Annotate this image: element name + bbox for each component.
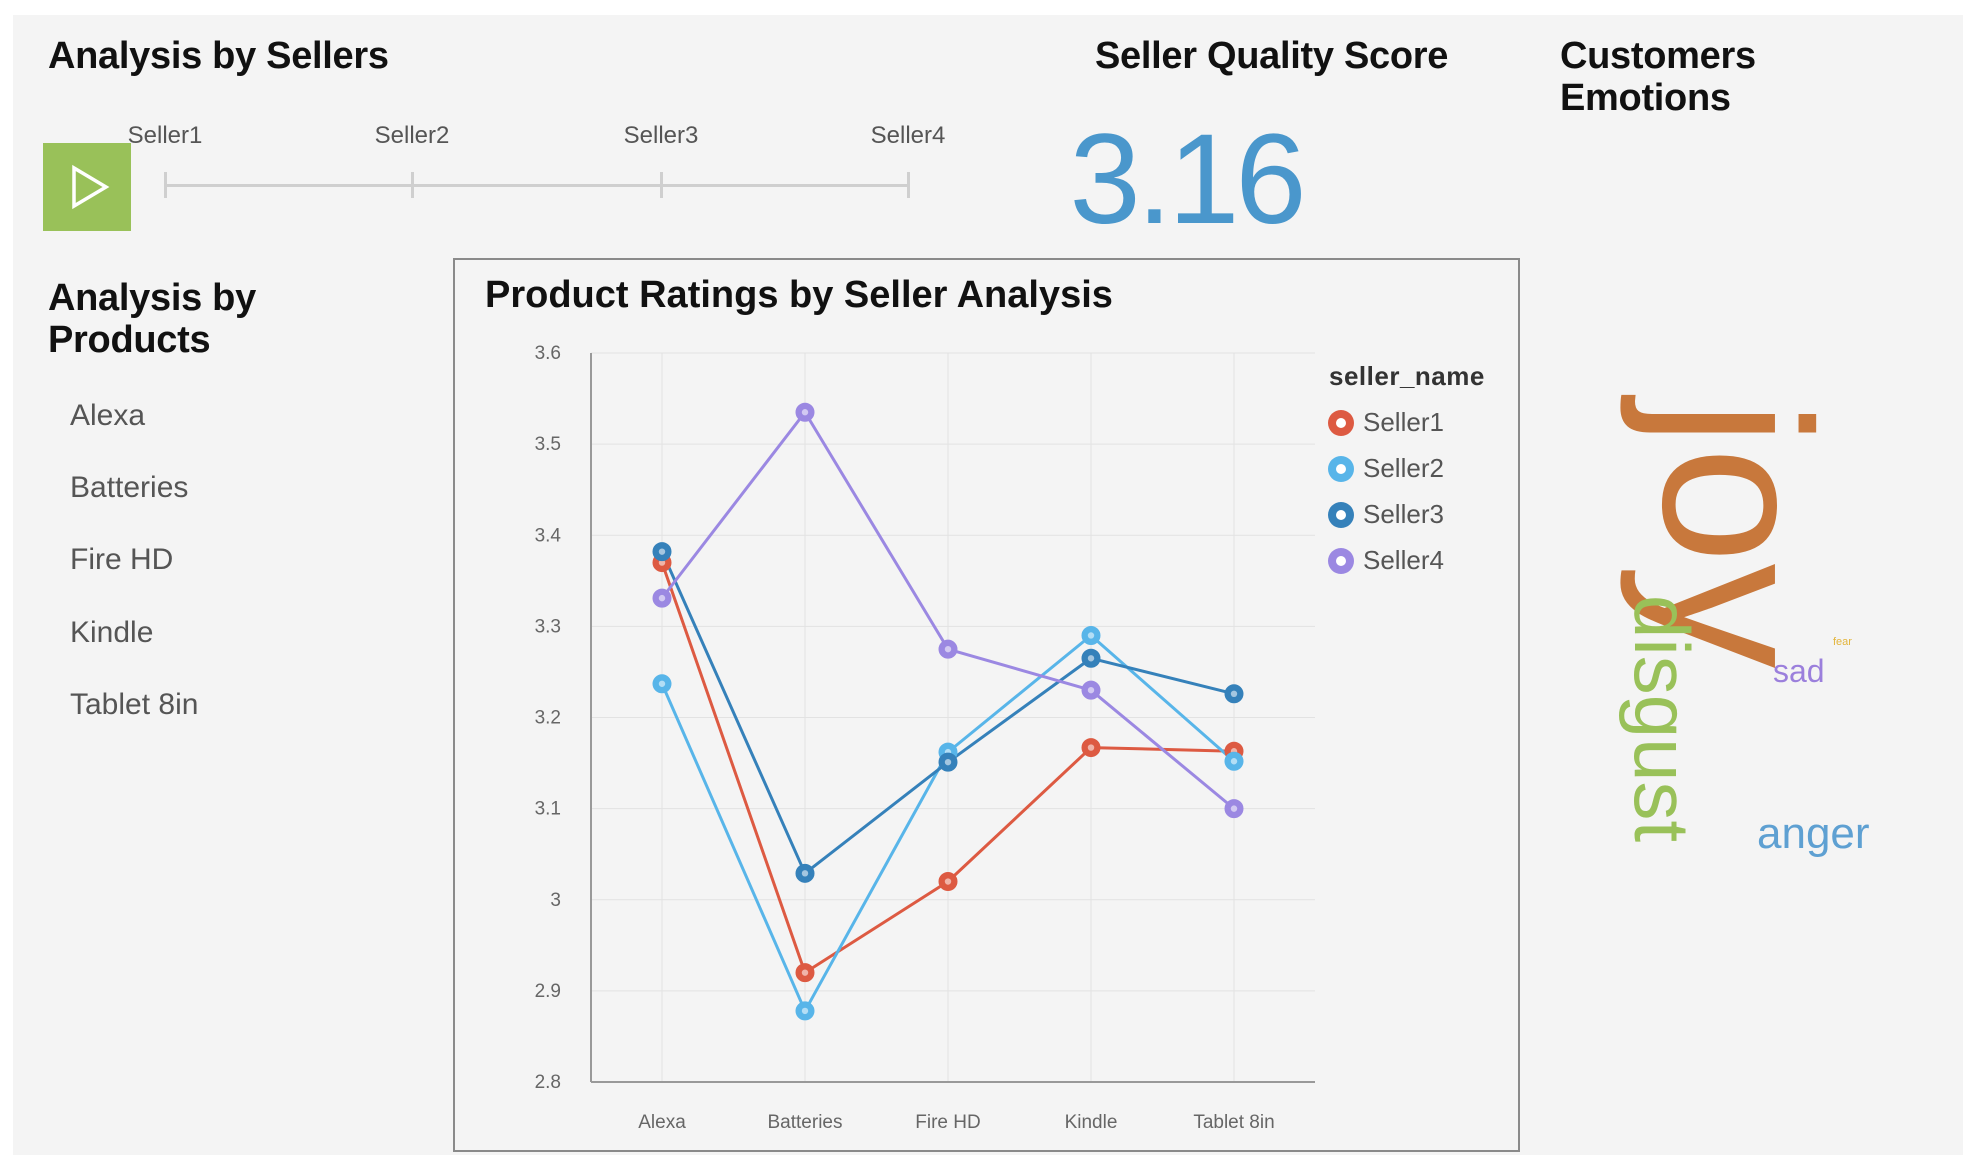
- emotions-word-cloud: joy disgust sad anger fear: [1553, 355, 1953, 935]
- ratings-chart-panel: Product Ratings by Seller Analysis 2.8 2.…: [453, 258, 1520, 1152]
- products-heading-line2: Products: [48, 319, 211, 361]
- legend-label-seller4: Seller4: [1363, 545, 1444, 575]
- legend-marker-center: [1336, 556, 1346, 566]
- data-point-center: [801, 409, 809, 416]
- slider-tick[interactable]: [660, 172, 663, 198]
- data-point-center: [801, 870, 809, 877]
- legend-marker-center: [1336, 418, 1346, 428]
- data-point-center: [1087, 655, 1095, 662]
- data-point-center: [1230, 758, 1238, 765]
- slider-tick[interactable]: [411, 172, 414, 198]
- slider-label-seller2[interactable]: Seller2: [375, 122, 450, 150]
- x-tick-label: Tablet 8in: [1193, 1112, 1274, 1133]
- product-item-kindle[interactable]: Kindle: [70, 615, 153, 651]
- y-tick-label: 3.4: [535, 525, 562, 546]
- y-tick-label: 3.5: [535, 434, 561, 455]
- dashboard-panel: Analysis by Sellers Seller1 Seller2 Sell…: [13, 15, 1963, 1155]
- data-point-center: [801, 969, 809, 976]
- legend-label-seller2: Seller2: [1363, 453, 1444, 483]
- slider-label-seller1[interactable]: Seller1: [128, 122, 203, 150]
- product-item-batteries[interactable]: Batteries: [70, 470, 188, 506]
- product-item-alexa[interactable]: Alexa: [70, 398, 145, 434]
- legend-marker-center: [1336, 510, 1346, 520]
- data-point-center: [658, 594, 666, 602]
- play-icon: [72, 164, 110, 210]
- slider-track[interactable]: [164, 184, 910, 187]
- ratings-line-chart: 2.8 2.9 3 3.1 3.2 3.3 3.4 3.5 3.6 Alexa Batteries F…: [535, 343, 1485, 1133]
- data-point-center: [1230, 805, 1238, 812]
- word-anger: anger: [1757, 809, 1870, 858]
- data-point-center: [658, 548, 666, 555]
- y-tick-label: 3.3: [535, 616, 561, 637]
- word-fear: fear: [1833, 636, 1852, 648]
- x-tick-label: Alexa: [638, 1112, 686, 1133]
- slider-label-seller4[interactable]: Seller4: [871, 122, 946, 150]
- quality-score-value: 3.16: [1069, 108, 1306, 251]
- product-item-tablet-8in[interactable]: Tablet 8in: [70, 687, 198, 723]
- data-point-center: [1087, 744, 1095, 751]
- data-point-center: [944, 645, 952, 653]
- data-point-center: [801, 1007, 809, 1015]
- y-tick-label: 3.2: [535, 708, 561, 729]
- x-tick-label: Batteries: [768, 1112, 843, 1133]
- legend-marker-center: [1336, 464, 1346, 474]
- word-sad: sad: [1773, 653, 1825, 689]
- y-tick-label: 2.9: [535, 981, 561, 1002]
- data-point-center: [1230, 690, 1238, 698]
- y-tick-label: 3.1: [535, 799, 561, 820]
- quality-score-heading: Seller Quality Score: [1095, 35, 1449, 77]
- slider-tick[interactable]: [164, 172, 167, 198]
- legend-title: seller_name: [1329, 361, 1485, 391]
- products-heading-line1: Analysis by: [48, 277, 256, 319]
- emotions-heading-line2: Emotions: [1560, 77, 1731, 119]
- emotions-heading-line1: Customers: [1560, 35, 1756, 77]
- emotions-heading: Customers Emotions: [1560, 35, 1756, 119]
- play-button[interactable]: [43, 143, 131, 231]
- x-tick-label: Fire HD: [915, 1112, 980, 1133]
- x-tick-label: Kindle: [1065, 1112, 1118, 1133]
- data-point-center: [658, 680, 666, 687]
- seller-slider: Seller1 Seller2 Seller3 Seller4: [13, 15, 1013, 275]
- y-tick-label: 3.6: [535, 343, 561, 364]
- product-item-fire-hd[interactable]: Fire HD: [70, 542, 173, 578]
- legend-label-seller3: Seller3: [1363, 499, 1444, 529]
- slider-tick[interactable]: [907, 172, 910, 198]
- data-point-center: [1087, 632, 1095, 639]
- y-tick-label: 2.8: [535, 1072, 561, 1093]
- data-point-center: [1087, 686, 1095, 694]
- word-disgust: disgust: [1618, 595, 1706, 843]
- slider-label-seller3[interactable]: Seller3: [624, 122, 699, 150]
- y-tick-label: 3: [550, 890, 561, 911]
- products-heading: Analysis by Products: [48, 277, 256, 361]
- data-point-center: [944, 878, 952, 885]
- legend-label-seller1: Seller1: [1363, 407, 1444, 437]
- data-point-center: [944, 758, 952, 766]
